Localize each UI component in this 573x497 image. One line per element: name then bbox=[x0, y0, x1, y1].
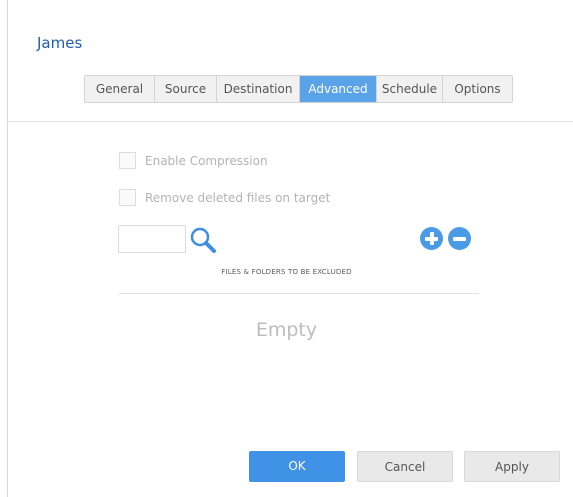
exclusion-filter-input[interactable] bbox=[118, 225, 186, 253]
remove-exclusion-button[interactable] bbox=[448, 227, 471, 250]
enable-compression-label: Enable Compression bbox=[145, 153, 268, 168]
remove-deleted-checkbox[interactable] bbox=[119, 189, 136, 206]
search-icon[interactable] bbox=[188, 226, 218, 256]
tab-bar: General Source Destination Advanced Sche… bbox=[84, 75, 513, 103]
tab-destination[interactable]: Destination bbox=[217, 76, 300, 102]
remove-deleted-option: Remove deleted files on target bbox=[119, 189, 330, 206]
window-left-border bbox=[7, 0, 8, 497]
exclusions-divider bbox=[119, 293, 479, 294]
header-divider bbox=[7, 121, 573, 122]
enable-compression-checkbox[interactable] bbox=[119, 152, 136, 169]
tab-options[interactable]: Options bbox=[443, 76, 512, 102]
exclusions-empty-state: Empty bbox=[255, 319, 318, 341]
tab-source[interactable]: Source bbox=[155, 76, 217, 102]
exclusions-header: FILES & FOLDERS TO BE EXCLUDED bbox=[221, 268, 352, 276]
add-exclusion-button[interactable] bbox=[420, 227, 443, 250]
tab-schedule[interactable]: Schedule bbox=[377, 76, 443, 102]
tab-general[interactable]: General bbox=[85, 76, 155, 102]
tab-advanced[interactable]: Advanced bbox=[300, 76, 377, 102]
remove-deleted-label: Remove deleted files on target bbox=[145, 190, 331, 205]
ok-button[interactable]: OK bbox=[249, 451, 345, 482]
enable-compression-option: Enable Compression bbox=[119, 152, 268, 169]
cancel-button[interactable]: Cancel bbox=[357, 451, 453, 482]
apply-button[interactable]: Apply bbox=[464, 451, 560, 482]
dialog-title: James bbox=[37, 34, 83, 52]
